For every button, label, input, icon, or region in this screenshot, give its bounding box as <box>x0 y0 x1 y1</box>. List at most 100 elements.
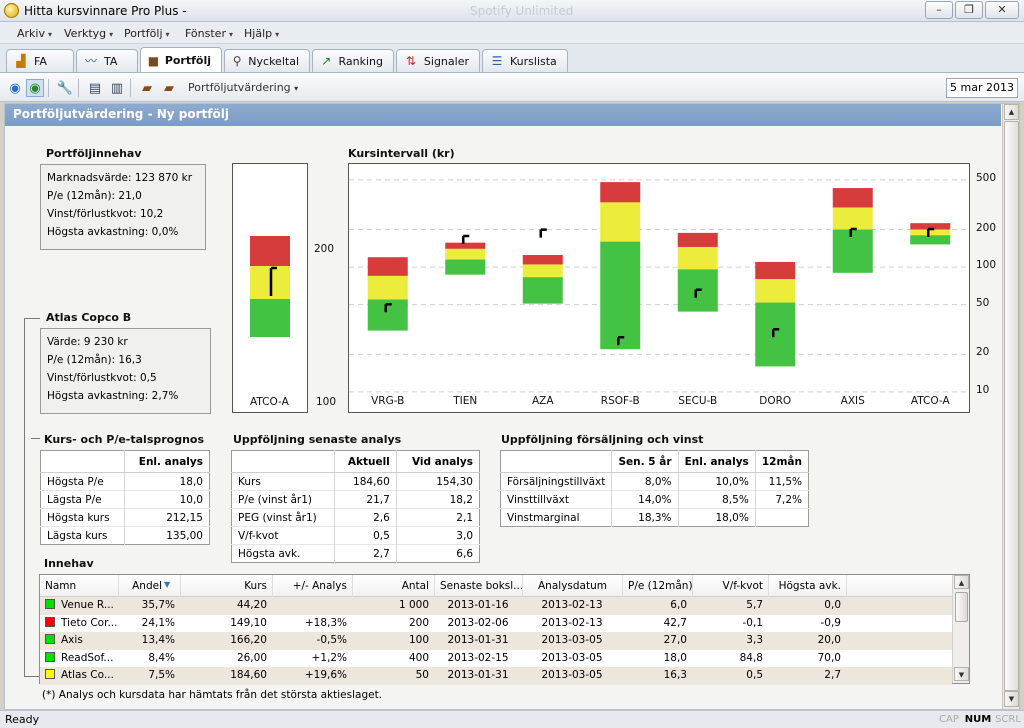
column-header: Enl. analys <box>677 450 756 473</box>
tab-label: Nyckeltal <box>248 54 299 68</box>
analysis-table: Aktuell Vid analys Kurs 184,60 154,30 P/e (… <box>231 450 480 563</box>
table-cell: 2,6 <box>334 508 397 527</box>
tab-kurslista[interactable]: ☰ Kurslista <box>482 49 568 72</box>
tab-ta[interactable]: 〰 TA <box>76 49 138 72</box>
tab-fa[interactable]: ▟ FA <box>6 49 74 72</box>
column-header-price[interactable]: Kurs <box>180 575 272 597</box>
column-header-share[interactable]: Andel <box>118 575 180 597</box>
tab-label: FA <box>34 54 47 68</box>
column-header-name[interactable]: Namn <box>40 575 118 597</box>
globe-active-icon[interactable]: ◉ <box>26 79 44 97</box>
range-low-segment <box>755 302 796 367</box>
vertical-scrollbar[interactable]: ▲ ▼ <box>1002 104 1019 709</box>
column-header-analysis-diff[interactable]: +/- Analys <box>272 575 352 597</box>
table-cell: 2013-01-16 <box>447 599 509 611</box>
table-row[interactable]: Atlas Co... 7,5% 184,60 +19,6% 50 2013-01-31 2… <box>40 667 952 685</box>
scroll-down-arrow-icon[interactable]: ▼ <box>954 667 969 681</box>
category-label: AXIS <box>840 395 865 407</box>
tab-bar: ▟ FA 〰 TA ■ Portfölj ⚲ Nyckeltal ↗ Ranking ⇅ S… <box>0 44 1024 73</box>
table-cell: 84,8 <box>739 651 763 664</box>
range-mid-segment <box>445 248 486 260</box>
table-header-row: Aktuell Vid analys <box>231 450 480 473</box>
scroll-up-arrow-icon[interactable]: ▲ <box>954 575 969 589</box>
toolbar-separator <box>48 79 49 97</box>
highest-return: Högsta avkastning: 0,0% <box>47 226 179 238</box>
table-cell: 11,5% <box>754 472 809 491</box>
menu-hjalp[interactable]: Hjälp ▾ <box>244 27 279 40</box>
menu-arkiv[interactable]: Arkiv ▾ <box>17 27 52 40</box>
holding-name-cell: Atlas Co... <box>40 667 118 684</box>
range-mid-segment <box>910 229 951 236</box>
range-low-segment <box>522 277 563 304</box>
tab-signaler[interactable]: ⇅ Signaler <box>396 49 480 72</box>
remove-portfolio-icon[interactable]: ▰ <box>160 79 178 97</box>
table-row[interactable]: ReadSof... 8,4% 26,00 +1,2% 400 2013-02-15 201… <box>40 650 952 668</box>
scroll-thumb[interactable] <box>955 592 968 622</box>
table-cell: 184,60 <box>334 472 397 491</box>
scroll-thumb[interactable] <box>1004 121 1019 691</box>
tree-branch <box>24 676 40 677</box>
restore-button[interactable]: ❐ <box>955 1 983 19</box>
menu-fonster[interactable]: Fönster ▾ <box>185 27 233 40</box>
menu-verktyg[interactable]: Verktyg ▾ <box>64 27 113 40</box>
chevron-down-icon: ▾ <box>47 30 52 39</box>
table-cell: 35,7% <box>141 599 175 611</box>
table-cell: 2,7 <box>334 544 397 563</box>
add-portfolio-icon[interactable]: ▰ <box>138 79 156 97</box>
table-cell: 6,0 <box>670 599 687 611</box>
title-bar: Hitta kursvinnare Pro Plus - Spotify Unl… <box>0 0 1024 22</box>
y-tick-label: 200 <box>976 221 997 234</box>
range-high-segment <box>250 236 290 266</box>
table-cell: 50 <box>415 669 429 681</box>
column-header-last-report[interactable]: Senaste boksl... <box>434 575 522 597</box>
tab-ranking[interactable]: ↗ Ranking <box>312 49 394 72</box>
holding-name-cell: Tieto Cor... <box>40 615 118 632</box>
chart-title: Kursintervall (kr) <box>348 147 455 160</box>
forecast-title: Kurs- och P/e-talsprognos <box>44 433 205 446</box>
y-tick-label: 100 <box>316 396 337 408</box>
row-label: Lägsta kurs <box>40 526 125 545</box>
menu-label: Verktyg <box>64 27 107 40</box>
tab-portfolj[interactable]: ■ Portfölj <box>140 47 222 73</box>
status-color-icon <box>45 634 55 644</box>
status-color-icon <box>45 669 55 679</box>
trend-icon: ↗ <box>321 54 332 68</box>
footnote: (*) Analys och kursdata har hämtats från… <box>42 689 383 701</box>
column-header-highest-return[interactable]: Högsta avk. <box>768 575 846 597</box>
column-header-vf[interactable]: V/f-kvot <box>692 575 768 597</box>
close-button[interactable]: ✕ <box>985 1 1019 19</box>
table-cell: 6,6 <box>395 544 480 563</box>
holdings-scrollbar[interactable]: ▲ ▼ <box>952 575 969 683</box>
status-bar: Ready CAP NUM SCRL <box>0 710 1024 728</box>
row-label: Vinstmarginal <box>500 508 612 527</box>
sales-title: Uppföljning försäljning och vinst <box>501 433 704 446</box>
menu-portfolj[interactable]: Portfölj ▾ <box>124 27 170 40</box>
portfolio-view-dropdown[interactable]: Portföljutvärdering ▾ <box>188 81 298 94</box>
stock-range-label: ATCO-A <box>250 396 289 408</box>
holdings-list[interactable]: Namn Andel ▼ Kurs +/- Analys Antal Senas… <box>39 574 970 685</box>
range-high-segment <box>677 232 718 247</box>
globe-icon[interactable]: ◉ <box>6 79 24 97</box>
table-row[interactable]: Tieto Cor... 24,1% 149,10 +18,3% 200 2013-02-… <box>40 615 952 633</box>
category-label: AZA <box>531 395 554 407</box>
table-row[interactable]: Axis 13,4% 166,20 -0,5% 100 2013-01-31 2013-03… <box>40 632 952 650</box>
scroll-down-arrow-icon[interactable]: ▼ <box>1004 691 1019 707</box>
stock-pe-ratio: P/e (12mån): 16,3 <box>47 354 142 366</box>
table-row[interactable]: Venue R... 35,7% 44,20 1 000 2013-01-16 2013-… <box>40 597 952 615</box>
table-cell: 2013-02-15 <box>447 651 509 664</box>
date-display: 5 mar 2013 <box>946 78 1018 98</box>
range-low-segment <box>910 235 951 245</box>
chevron-down-icon: ▾ <box>275 30 280 39</box>
minimize-button[interactable]: – <box>925 1 953 19</box>
column-header-quantity[interactable]: Antal <box>352 575 434 597</box>
column-header-analysis-date[interactable]: Analysdatum <box>522 575 622 597</box>
scroll-up-arrow-icon[interactable]: ▲ <box>1004 104 1019 120</box>
import-list-icon[interactable]: ▤ <box>86 79 104 97</box>
line-chart-icon: 〰 <box>84 54 97 68</box>
scroll-lock-indicator: SCRL <box>995 714 1021 725</box>
column-header-pe[interactable]: P/e (12mån) <box>622 575 692 597</box>
export-list-icon[interactable]: ▥ <box>108 79 126 97</box>
tab-nyckeltal[interactable]: ⚲ Nyckeltal <box>224 49 310 72</box>
wrench-icon[interactable]: 🔧 <box>56 79 74 97</box>
tab-label: Portfölj <box>164 54 211 67</box>
